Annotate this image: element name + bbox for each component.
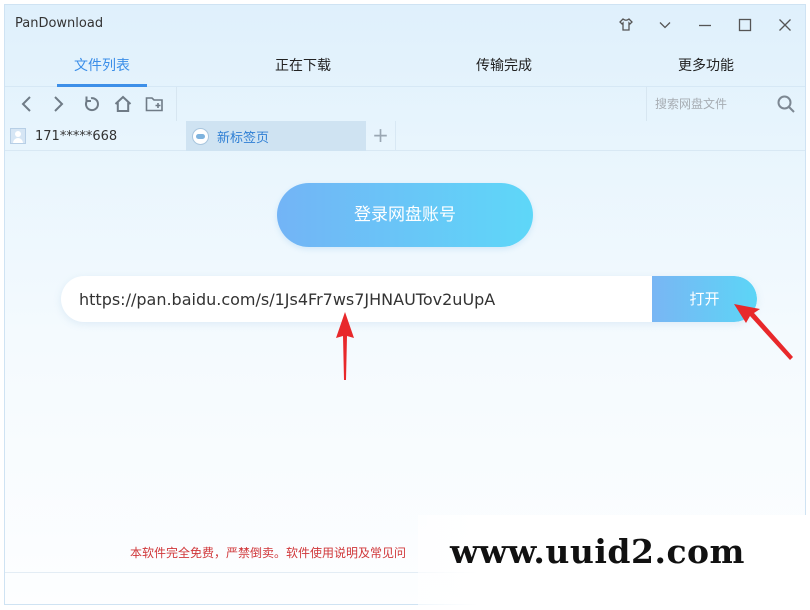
url-bar: 打开 [61, 276, 757, 322]
session-tabs: 171*****668 新标签页 + [5, 121, 805, 151]
home-icon [114, 95, 132, 112]
tab-downloading[interactable]: 正在下载 [258, 45, 348, 87]
account-info[interactable]: 171*****668 [10, 125, 117, 147]
toolbar-divider [176, 87, 177, 121]
maximize-icon [738, 18, 752, 32]
account-name: 171*****668 [35, 128, 118, 144]
new-tab-page-tab[interactable]: 新标签页 [186, 121, 366, 151]
home-button[interactable] [111, 92, 135, 116]
new-folder-icon [145, 97, 163, 112]
title-bar: PanDownload [5, 5, 805, 45]
tab-completed[interactable]: 传输完成 [459, 45, 549, 87]
search-input[interactable] [655, 94, 767, 114]
refresh-icon [84, 96, 99, 112]
skin-icon [619, 18, 633, 31]
watermark-text: www.uuid2.com [450, 532, 745, 571]
search-icon [777, 95, 795, 113]
dropdown-button[interactable] [651, 12, 679, 38]
refresh-button[interactable] [79, 92, 103, 116]
tab-file-list[interactable]: 文件列表 [57, 45, 147, 87]
login-button[interactable]: 登录网盘账号 [277, 183, 533, 247]
avatar-icon [10, 128, 26, 144]
search-button[interactable] [775, 93, 797, 115]
chevron-down-icon [659, 22, 671, 29]
toolbar [5, 87, 805, 121]
footer-notice: 本软件完全免费，严禁倒卖。软件使用说明及常见问 [130, 546, 407, 560]
close-icon [779, 19, 791, 31]
cloud-icon [192, 127, 209, 145]
add-tab-button[interactable]: + [366, 121, 396, 151]
main-tabs: 文件列表 正在下载 传输完成 更多功能 [5, 45, 805, 87]
tab-more-features[interactable]: 更多功能 [661, 45, 751, 87]
annotation-arrow-diagonal-icon [734, 304, 793, 360]
back-icon [21, 96, 31, 112]
page-tab-label: 新标签页 [217, 130, 270, 146]
maximize-button[interactable] [731, 12, 759, 38]
annotation-arrow-up-icon [336, 312, 354, 380]
back-button[interactable] [15, 92, 39, 116]
new-folder-button[interactable] [143, 92, 167, 116]
search-box [646, 87, 805, 121]
skin-button[interactable] [612, 12, 640, 38]
close-button[interactable] [771, 12, 799, 38]
forward-icon [54, 96, 64, 112]
minimize-button[interactable] [691, 12, 719, 38]
minimize-icon [699, 24, 711, 27]
share-url-input[interactable] [79, 276, 649, 322]
forward-button[interactable] [46, 92, 70, 116]
app-title: PanDownload [15, 16, 104, 31]
